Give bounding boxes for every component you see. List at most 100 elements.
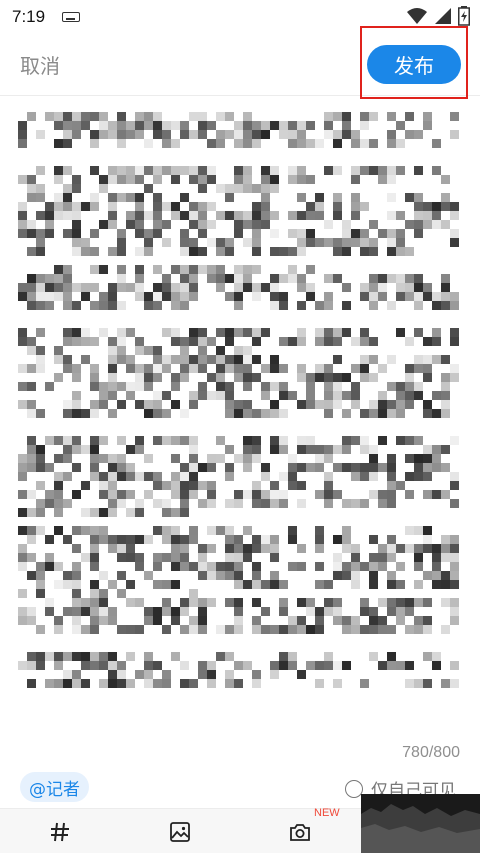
hashtag-button[interactable]: [47, 819, 73, 845]
pixel-block: [450, 607, 459, 616]
pixel-block: [54, 139, 63, 148]
pixel-block: [99, 112, 108, 121]
pixel-block: [324, 490, 333, 499]
post-content-area[interactable]: [18, 112, 464, 722]
pixel-block: [450, 562, 459, 571]
pixel-block: [36, 238, 45, 247]
pixel-block: [72, 436, 81, 445]
pixel-block: [261, 382, 270, 391]
pixel-block: [369, 337, 378, 346]
pixel-block: [315, 490, 324, 499]
pixel-block: [396, 616, 405, 625]
pixel-block: [351, 562, 360, 571]
pixel-block: [279, 292, 288, 301]
pixel-block: [387, 112, 396, 121]
pixel-block: [135, 598, 144, 607]
pixel-block: [270, 544, 279, 553]
pixel-block: [297, 544, 306, 553]
pixel-block: [144, 571, 153, 580]
pixel-block: [180, 274, 189, 283]
pixel-block: [351, 364, 360, 373]
pixel-block: [423, 283, 432, 292]
pixel-block: [207, 220, 216, 229]
pixel-block: [99, 571, 108, 580]
pixel-block: [45, 463, 54, 472]
pixel-block: [90, 526, 99, 535]
pixel-block: [387, 409, 396, 418]
pixel-block: [126, 328, 135, 337]
image-button[interactable]: [167, 819, 193, 845]
pixel-block: [288, 526, 297, 535]
pixel-block: [405, 391, 414, 400]
pixel-block: [198, 598, 207, 607]
pixel-block: [360, 337, 369, 346]
pixel-block: [243, 139, 252, 148]
pixel-block: [396, 382, 405, 391]
pixel-block: [36, 130, 45, 139]
pixel-block: [423, 625, 432, 634]
pixel-block: [225, 472, 234, 481]
pixel-block: [45, 229, 54, 238]
pixel-block: [432, 301, 441, 310]
mention-reporter-chip[interactable]: @记者: [20, 772, 89, 802]
pixel-block: [333, 553, 342, 562]
pixel-block: [270, 661, 279, 670]
pixel-block: [333, 598, 342, 607]
pixel-block: [108, 472, 117, 481]
pixel-block: [432, 454, 441, 463]
pixel-block: [171, 382, 180, 391]
pixel-block: [117, 490, 126, 499]
pixel-block: [441, 382, 450, 391]
pixel-block: [27, 364, 36, 373]
pixel-block: [108, 409, 117, 418]
pixel-block: [108, 175, 117, 184]
video-thumbnail[interactable]: [361, 794, 480, 853]
pixel-block: [135, 202, 144, 211]
pixel-block: [405, 598, 414, 607]
pixel-block: [162, 202, 171, 211]
camera-button[interactable]: [287, 819, 313, 845]
pixel-block: [171, 265, 180, 274]
pixel-block: [117, 535, 126, 544]
pixel-block: [99, 184, 108, 193]
pixel-block: [243, 238, 252, 247]
pixel-block: [72, 589, 81, 598]
cancel-button[interactable]: 取消: [20, 50, 60, 79]
pixel-block: [279, 391, 288, 400]
pixel-block: [36, 247, 45, 256]
pixel-block: [18, 472, 27, 481]
pixel-block: [18, 283, 27, 292]
pixel-block: [243, 661, 252, 670]
pixel-block: [198, 184, 207, 193]
pixel-block: [324, 607, 333, 616]
pixel-block: [81, 679, 90, 688]
pixel-block: [36, 283, 45, 292]
pixel-block: [261, 175, 270, 184]
pixel-block: [387, 652, 396, 661]
pixel-block: [243, 274, 252, 283]
pixel-block: [117, 670, 126, 679]
pixel-block: [72, 283, 81, 292]
pixel-block: [414, 616, 423, 625]
pixel-block: [351, 382, 360, 391]
pixel-block: [378, 544, 387, 553]
pixel-block: [108, 382, 117, 391]
pixel-block: [81, 607, 90, 616]
pixel-block: [369, 301, 378, 310]
pixel-block: [135, 220, 144, 229]
pixel-block: [225, 526, 234, 535]
pixel-block: [306, 391, 315, 400]
pixel-block: [306, 400, 315, 409]
pixel-block: [54, 526, 63, 535]
pixel-block: [171, 436, 180, 445]
pixel-block: [153, 265, 162, 274]
pixel-block: [108, 193, 117, 202]
pixel-block: [54, 166, 63, 175]
publish-button[interactable]: 发布: [367, 45, 461, 84]
pixel-block: [72, 229, 81, 238]
pixel-block: [18, 202, 27, 211]
pixel-block: [243, 355, 252, 364]
pixel-block: [63, 292, 72, 301]
pixel-block: [405, 220, 414, 229]
pixel-block: [342, 526, 351, 535]
